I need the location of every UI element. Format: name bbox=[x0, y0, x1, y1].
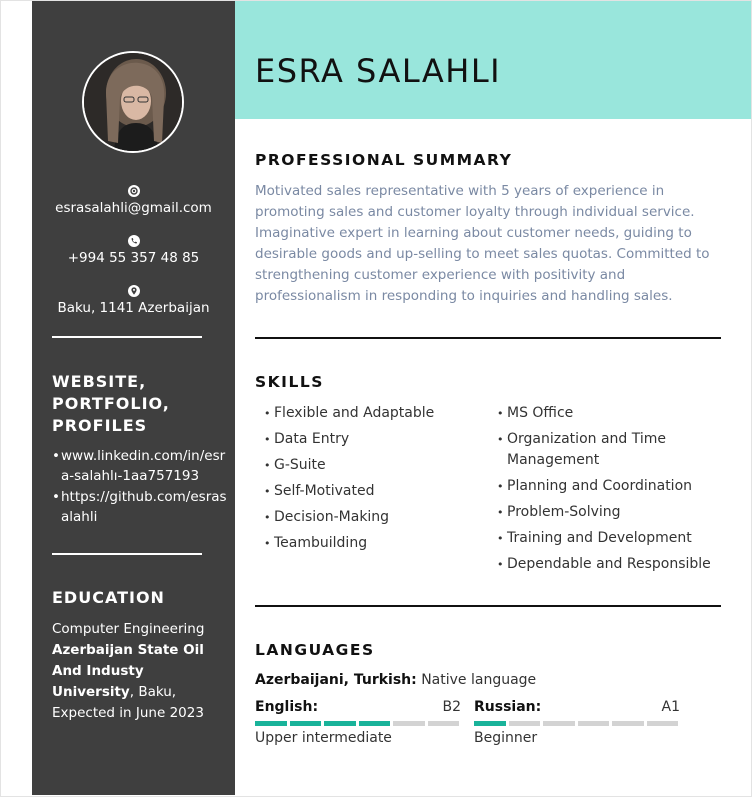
at-icon bbox=[127, 185, 140, 197]
location-text: Baku, 1141 Azerbaijan bbox=[57, 300, 210, 316]
language-level-text: Beginner bbox=[474, 730, 538, 746]
profile-photo bbox=[82, 51, 184, 153]
phone-icon bbox=[127, 235, 140, 247]
contact-location: Baku, 1141 Azerbaijan bbox=[32, 285, 235, 316]
level-segment bbox=[577, 721, 609, 726]
education-expected: Expected in June 2023 bbox=[52, 705, 204, 721]
skill-item: Training and Development bbox=[497, 528, 722, 549]
language-code: A1 bbox=[661, 699, 680, 715]
education-school: Azerbaijan State Oil And Industy Univers… bbox=[52, 642, 204, 700]
level-segment bbox=[543, 721, 575, 726]
section-divider bbox=[255, 605, 721, 607]
contact-email: esrasalahli@gmail.com bbox=[32, 185, 235, 216]
profile-link-github[interactable]: https://github.com/esrasalahli bbox=[52, 487, 232, 527]
education-city: , Baku, bbox=[129, 684, 177, 700]
profiles-heading: WEBSITE, PORTFOLIO, PROFILES bbox=[52, 372, 170, 435]
native-languages-value: Native language bbox=[421, 672, 537, 688]
language-name: English: bbox=[255, 699, 319, 715]
sidebar-divider bbox=[52, 553, 202, 555]
language-code: B2 bbox=[442, 699, 461, 715]
phone-text: +994 55 357 48 85 bbox=[67, 250, 200, 266]
name-header: ESRA SALAHLI bbox=[235, 1, 751, 119]
skills-list-left: Flexible and Adaptable Data Entry G-Suit… bbox=[264, 403, 484, 559]
skill-item: Problem-Solving bbox=[497, 502, 722, 523]
resume-page: esrasalahli@gmail.com +994 55 357 48 85 … bbox=[0, 0, 752, 797]
languages-heading: LANGUAGES bbox=[255, 641, 375, 659]
location-pin-icon bbox=[127, 285, 140, 297]
skill-item: Data Entry bbox=[264, 429, 484, 450]
skill-item: Decision-Making bbox=[264, 507, 484, 528]
language-russian: Russian: A1 Beginner bbox=[474, 699, 680, 746]
language-level-bar bbox=[474, 721, 680, 726]
education-details: Computer Engineering Azerbaijan State Oi… bbox=[52, 619, 227, 724]
skill-item: MS Office bbox=[497, 403, 722, 424]
education-degree: Computer Engineering bbox=[52, 621, 205, 637]
skill-item: Dependable and Responsible bbox=[497, 554, 722, 575]
level-segment bbox=[612, 721, 644, 726]
level-segment bbox=[289, 721, 321, 726]
skill-item: Organization and Time Management bbox=[497, 429, 722, 471]
skill-item: Flexible and Adaptable bbox=[264, 403, 484, 424]
sidebar-divider bbox=[52, 336, 202, 338]
education-school-line: Azerbaijan State Oil And Industy Univers… bbox=[52, 640, 227, 703]
language-name: Russian: bbox=[474, 699, 542, 715]
level-segment bbox=[358, 721, 390, 726]
profile-link-linkedin[interactable]: www.linkedin.com/in/esra-salahlı-1aa7571… bbox=[52, 446, 232, 486]
section-divider bbox=[255, 337, 721, 339]
skill-item: Planning and Coordination bbox=[497, 476, 722, 497]
level-segment bbox=[255, 721, 287, 726]
summary-heading: PROFESSIONAL SUMMARY bbox=[255, 151, 513, 169]
profiles-list: www.linkedin.com/in/esra-salahlı-1aa7571… bbox=[52, 446, 232, 528]
language-level-bar bbox=[255, 721, 461, 726]
education-heading: EDUCATION bbox=[52, 588, 165, 607]
level-segment bbox=[508, 721, 540, 726]
level-segment bbox=[324, 721, 356, 726]
language-english: English: B2 Upper intermediate bbox=[255, 699, 461, 746]
skills-list-right: MS Office Organization and Time Manageme… bbox=[497, 403, 722, 580]
skill-item: Self-Motivated bbox=[264, 481, 484, 502]
level-segment bbox=[427, 721, 459, 726]
native-languages-label: Azerbaijani, Turkish: bbox=[255, 672, 417, 688]
contact-phone: +994 55 357 48 85 bbox=[32, 235, 235, 266]
email-text: esrasalahli@gmail.com bbox=[55, 200, 212, 216]
level-segment bbox=[646, 721, 678, 726]
skill-item: Teambuilding bbox=[264, 533, 484, 554]
skill-item: G-Suite bbox=[264, 455, 484, 476]
candidate-name: ESRA SALAHLI bbox=[255, 52, 502, 90]
sidebar: esrasalahli@gmail.com +994 55 357 48 85 … bbox=[32, 1, 235, 795]
language-level-text: Upper intermediate bbox=[255, 730, 392, 746]
level-segment bbox=[393, 721, 425, 726]
summary-text: Motivated sales representative with 5 ye… bbox=[255, 183, 710, 304]
skills-heading: SKILLS bbox=[255, 373, 324, 391]
native-languages: Azerbaijani, Turkish: Native language bbox=[255, 672, 536, 688]
level-segment bbox=[474, 721, 506, 726]
